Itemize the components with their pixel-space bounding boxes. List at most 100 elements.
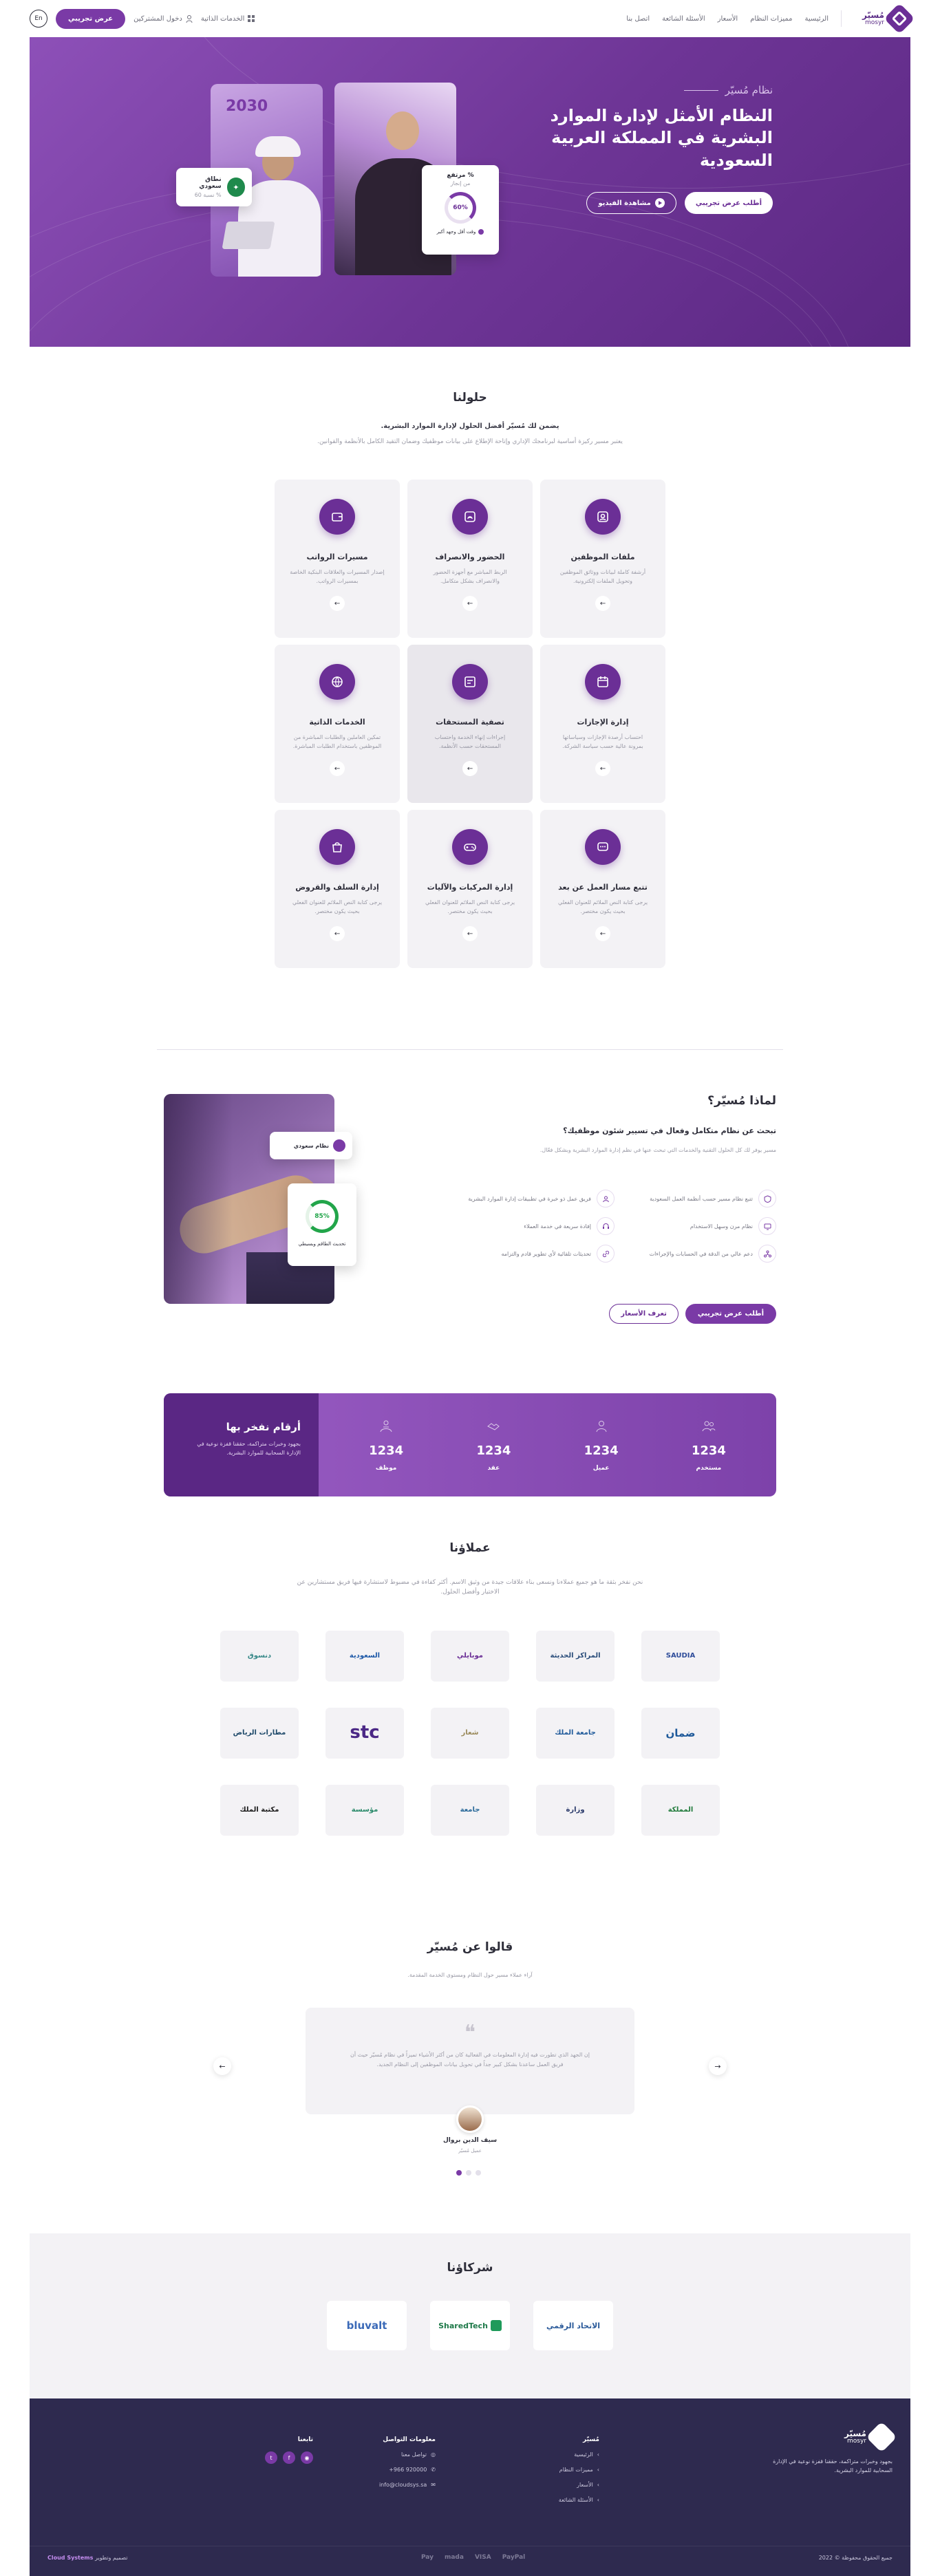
credit-label: تصميم وتطوير <box>94 2554 128 2561</box>
header-trial-button[interactable]: عرض تجريبي <box>56 8 126 29</box>
footer-phone[interactable]: ✆ 920000 966+ <box>379 2467 436 2473</box>
employee-badge-label: نظام سعودي <box>293 1142 329 1149</box>
nav-contact[interactable]: اتصل بنا <box>626 15 650 23</box>
perf-foot: وقت أقل وجهد أكبر <box>436 229 476 235</box>
why-demo-button[interactable]: أطلب عرض تجريبي <box>685 1304 776 1324</box>
hero-video-button[interactable]: مشاهدة الفيديو <box>586 192 676 215</box>
carousel-dot-active[interactable] <box>456 2170 462 2176</box>
footer-email-text: info@cloudsys.sa <box>378 2482 427 2488</box>
solutions-subtitle: يضمن لك مُسيّر أفضل الحلول لإدارة الموار… <box>381 422 559 430</box>
solutions-section: حلولنا يضمن لك مُسيّر أفضل الحلول لإدارة… <box>0 391 940 969</box>
carousel-prev-button[interactable]: → <box>709 2057 727 2075</box>
solution-card-employee-files[interactable]: ملفات الموظفين أرشفة كاملة لبيانات ووثائ… <box>540 480 665 638</box>
solution-card-payroll[interactable]: مسيرات الرواتب إصدار المسيرات والعلاقات … <box>275 480 400 638</box>
headset-icon <box>597 1217 615 1235</box>
stat-employees: 1234 موظف <box>369 1419 403 1472</box>
stat-label: عقد <box>487 1464 500 1472</box>
perf-ring: 60% <box>445 192 476 224</box>
nav-home[interactable]: الرئيسية <box>805 15 829 23</box>
calendar-icon <box>585 664 621 700</box>
arrow-left-icon[interactable]: ← <box>595 761 610 777</box>
wallet-icon <box>319 499 355 535</box>
instagram-icon[interactable]: ◉ <box>301 2451 313 2464</box>
solution-card-attendance[interactable]: الحضور والانصراف الربط المباشر مع أجهزة … <box>407 480 533 638</box>
carousel-dot[interactable] <box>476 2170 481 2176</box>
fingerprint-icon <box>452 499 488 535</box>
footer-link[interactable]: › الرئيسية <box>559 2451 599 2458</box>
solutions-desc: يعتبر مسير ركيزة أساسية لبرنامجك الإداري… <box>317 438 623 445</box>
language-switch[interactable]: En <box>30 10 47 28</box>
handshake-icon <box>487 1422 500 1430</box>
self-services-link[interactable]: الخدمات الذاتية <box>201 15 255 23</box>
footer-col-title: معلومات التواصل <box>383 2436 436 2443</box>
avatar <box>456 2105 484 2133</box>
why-prices-button[interactable]: تعرف الأسعار <box>609 1304 679 1324</box>
solutions-title: حلولنا <box>453 391 487 405</box>
footer-contact[interactable]: ◎ تواصل معنا <box>379 2451 436 2458</box>
why-feature: فريق عمل ذو خبرة في تطبيقات إدارة الموار… <box>453 1190 615 1208</box>
why-feature: تحديثات تلقائية لأي تطوير قادم والتزامه <box>453 1245 615 1263</box>
credit-brand[interactable]: Cloud Systems <box>47 2555 93 2561</box>
arrow-left-icon[interactable]: ← <box>330 596 345 612</box>
stat-value: 1234 <box>691 1443 726 1458</box>
why-title: لماذا مُسيّر؟ <box>707 1094 776 1108</box>
twitter-icon[interactable]: t <box>265 2451 277 2464</box>
testimonial-name: سيف الدين بروال <box>442 2137 498 2144</box>
nav-prices[interactable]: الأسعار <box>718 15 738 23</box>
solution-desc: يرجى كتابة النص الملائم للعنوان الفعلي ب… <box>557 899 648 915</box>
solution-card-vehicles[interactable]: إدارة المركبات والآليات يرجى كتابة النص … <box>407 810 533 969</box>
arrow-left-icon[interactable]: ← <box>330 761 345 777</box>
arrow-left-icon[interactable]: ← <box>330 926 345 942</box>
solution-card-settlement[interactable]: تصفية المستحقات إجراءات إنهاء الخدمة واح… <box>407 645 533 804</box>
phone-icon: ✆ <box>431 2467 436 2473</box>
solution-card-leaves[interactable]: إدارة الإجازات احتساب أرصدة الإجازات وسي… <box>540 645 665 804</box>
why-feature-text: تحديثات تلقائية لأي تطوير قادم والتزامه <box>501 1250 591 1257</box>
brand-logo[interactable]: مُسيّر mosyr <box>862 3 915 34</box>
facebook-icon[interactable]: f <box>283 2451 295 2464</box>
clients-title: عملاؤنا <box>449 1541 491 1555</box>
logo-icon <box>866 2421 897 2453</box>
footer-link-text: الرئيسية <box>574 2451 593 2458</box>
arrow-left-icon[interactable]: ← <box>462 761 478 777</box>
main-nav: الرئيسية مميزات النظام الأسعار الأسئلة ا… <box>255 10 842 27</box>
carousel-dot[interactable] <box>466 2170 471 2176</box>
why-feature-text: تتبع نظام مسير حسب أنظمة العمل السعودية <box>650 1195 753 1202</box>
nav-features[interactable]: مميزات النظام <box>750 15 792 23</box>
visa-logo: VISA <box>474 2554 491 2561</box>
testimonial-role: عميل مُسيّر <box>458 2148 482 2154</box>
employees-icon <box>380 1420 392 1432</box>
solution-card-remote-tracking[interactable]: تتبع مسار العمل عن بعد يرجى كتابة النص ا… <box>540 810 665 969</box>
perf-sub: من إنجاز <box>450 180 471 186</box>
arrow-left-icon[interactable]: ← <box>595 926 610 942</box>
footer-link[interactable]: › الأسعار <box>559 2482 599 2488</box>
login-link[interactable]: دخول المشتركين <box>133 14 193 23</box>
footer-logo[interactable]: مُسيّر mosyr <box>755 2421 897 2453</box>
solution-card-self-services[interactable]: الخدمات الذاتية تمكين العاملين والطلبات … <box>275 645 400 804</box>
why-desc: مسير يوفر لك كل الحلول التقنية والخدمات … <box>540 1147 776 1153</box>
partner-name: SharedTech <box>438 2321 488 2330</box>
testimonials-subtitle: آراء عملاء مسير حول النظام ومستوى الخدمة… <box>407 1972 533 1978</box>
self-services-label: الخدمات الذاتية <box>200 14 245 23</box>
arrow-left-icon[interactable]: ← <box>462 596 478 612</box>
footer-link[interactable]: › مميزات النظام <box>559 2467 599 2473</box>
arrow-left-icon[interactable]: ← <box>462 926 478 942</box>
carousel-next-button[interactable]: ← <box>213 2057 231 2075</box>
arrow-left-icon[interactable]: ← <box>595 596 610 612</box>
solution-title: إدارة السلف والقروض <box>295 883 379 892</box>
testimonial-text: إن الجهد الذي تطورت فيه إدارة المعلومات … <box>350 2052 590 2068</box>
carousel-dots <box>456 2170 481 2176</box>
solution-title: الخدمات الذاتية <box>309 718 365 727</box>
nav-faq[interactable]: الأسئلة الشائعة <box>662 15 705 23</box>
stat-value: 1234 <box>369 1443 404 1458</box>
clients-grid: SAUDIA المراكز الحديثة موبايلي السعودية … <box>220 1631 720 1836</box>
hero-demo-button[interactable]: أطلب عرض تجريبي <box>684 192 773 215</box>
paypal-logo: PayPal <box>502 2554 526 2561</box>
why-feature-text: فريق عمل ذو خبرة في تطبيقات إدارة الموار… <box>468 1195 591 1202</box>
why-section: لماذا مُسيّر؟ تبحث عن نظام متكامل وفعال … <box>157 1049 783 1331</box>
solution-desc: أرشفة كاملة لبيانات ووثائق الموظفين وتحو… <box>559 569 646 585</box>
footer-email[interactable]: ✉ info@cloudsys.sa <box>379 2482 436 2488</box>
user-icon <box>186 14 193 23</box>
footer-link[interactable]: › الأسئلة الشائعة <box>559 2497 599 2503</box>
solution-card-loans[interactable]: إدارة السلف والقروض يرجى كتابة النص المل… <box>275 810 400 969</box>
client-logo: stc <box>325 1708 404 1759</box>
